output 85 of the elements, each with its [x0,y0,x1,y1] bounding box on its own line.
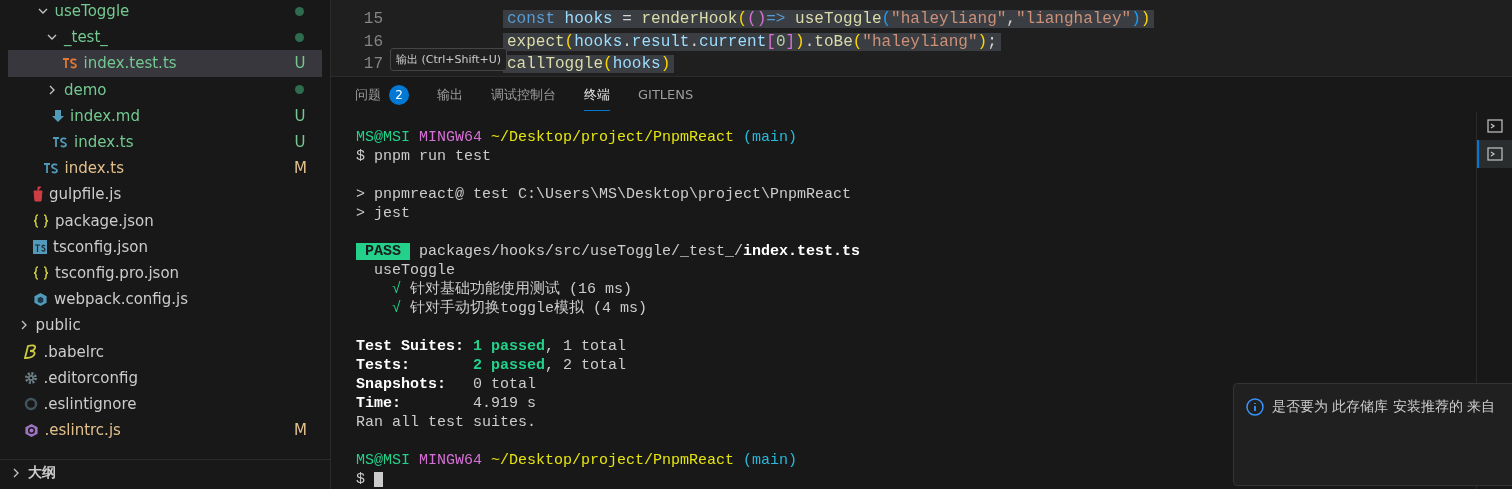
git-status: M [294,421,306,440]
git-status: U [294,133,306,152]
terminal-icon [1487,118,1503,134]
ts-file-icon [42,162,59,175]
file-row[interactable]: index.test.ts U [8,50,322,77]
braces-icon [33,213,49,228]
folder-row[interactable]: demo [8,76,322,103]
cursor [374,471,383,487]
git-status: U [294,106,306,125]
panel-tab[interactable]: 输出 [437,77,463,111]
file-row[interactable]: tsconfig.pro.json [8,259,322,287]
terminal-line: √ 针对手动切换toggle模拟 (4 ms) [391,299,648,318]
prompt-line: $ [356,470,383,489]
file-name: index.ts [74,133,135,152]
outline-section[interactable]: 大纲 [0,459,330,486]
file-row[interactable]: .eslintrc.js M [8,417,322,444]
file-name: gulpfile.js [49,185,123,204]
letter-b-icon [23,343,38,360]
terminal-line: √ 针对基础功能使用测试 (16 ms) [391,280,633,299]
line-number: 17 [362,55,383,74]
file-row[interactable]: index.ts U [8,128,322,156]
download-arrow-icon [52,108,64,123]
line-number: 15 [362,10,383,29]
folder-row[interactable]: public [8,312,322,339]
cup-icon [33,186,43,203]
file-row[interactable]: .babelrc [8,338,322,365]
settings-icon [23,370,38,385]
ts-file-icon [61,57,78,70]
cube-icon [33,291,48,307]
terminal-line: useToggle [373,261,456,280]
file-row[interactable]: gulpfile.js [8,181,322,208]
file-row[interactable]: webpack.config.js [8,286,322,313]
file-name: .editorconfig [43,368,139,387]
braces-icon [33,265,49,280]
file-name: .eslintrc.js [44,421,122,440]
terminal-line: PASS packages/hooks/src/useToggle/_test_/index.test.ts [356,242,861,261]
file-name: .babelrc [43,342,105,361]
git-status: M [294,159,306,178]
panel-tab[interactable]: 问题 2 [355,76,409,112]
hexagon-icon [23,422,39,438]
git-status: U [294,54,306,73]
terminal-line: Tests: 2 passed, 2 total [356,356,627,375]
section-title: 大纲 [28,463,56,482]
terminal-line: > jest [356,204,410,223]
terminal-line: Test Suites: 1 passed, 1 total [356,337,627,356]
file-row[interactable]: tsconfig.json [8,233,322,260]
panel-tab[interactable]: 调试控制台 [491,77,556,111]
file-name: .eslintignore [43,394,138,413]
ts-file-icon [52,136,68,149]
info-icon [1246,398,1264,416]
file-name: package.json [55,211,155,230]
file-name: index.test.ts [83,54,178,73]
file-name: tsconfig.pro.json [55,263,181,282]
file-name: public [35,316,82,335]
file-name: webpack.config.js [54,290,190,309]
terminal-line: MS@MSI MINGW64 ~/Desktop/project/PnpmReact (main) [356,128,798,147]
file-row[interactable]: .eslintignore [8,390,322,417]
ts-config-icon [33,239,47,254]
file-row[interactable]: package.json [8,207,322,234]
terminal-line: Ran all test suites. [356,413,537,432]
file-row[interactable]: index.md U [8,102,322,129]
file-name: index.ts [64,159,125,178]
file-name: _test_ [64,28,109,47]
tooltip: 输出 (Ctrl+Shift+U) [390,48,508,71]
file-name: index.md [70,106,141,125]
terminal-instance[interactable] [1477,140,1512,168]
file-name: useToggle [54,2,131,21]
panel-tab[interactable]: 终端 [584,77,610,111]
file-row[interactable]: index.ts M [8,155,322,182]
folder-row[interactable]: _test_ [8,24,322,51]
terminal-line: Time: 4.919 s [356,394,537,413]
terminal-line: > pnpmreact@ test C:\Users\MS\Desktop\project\PnpmReact [356,185,852,204]
line-number: 16 [362,32,383,51]
terminal-line: MS@MSI MINGW64 ~/Desktop/project/PnpmReact (main) [356,451,798,470]
file-name: tsconfig.json [53,237,150,256]
file-name: demo [64,80,108,99]
terminal-line: $ pnpm run test [356,147,492,166]
circle-icon [23,396,38,411]
problem-count: 2 [389,84,409,105]
panel-tab[interactable]: GITLENS [638,79,694,110]
terminal-icon [1487,146,1503,162]
terminal-line: Snapshots: 0 total [356,375,537,394]
folder-row[interactable]: useToggle [8,0,322,25]
notification-message: 是否要为 此存储库 安装推荐的 来自 [1272,398,1496,416]
file-row[interactable]: .editorconfig [8,364,322,391]
